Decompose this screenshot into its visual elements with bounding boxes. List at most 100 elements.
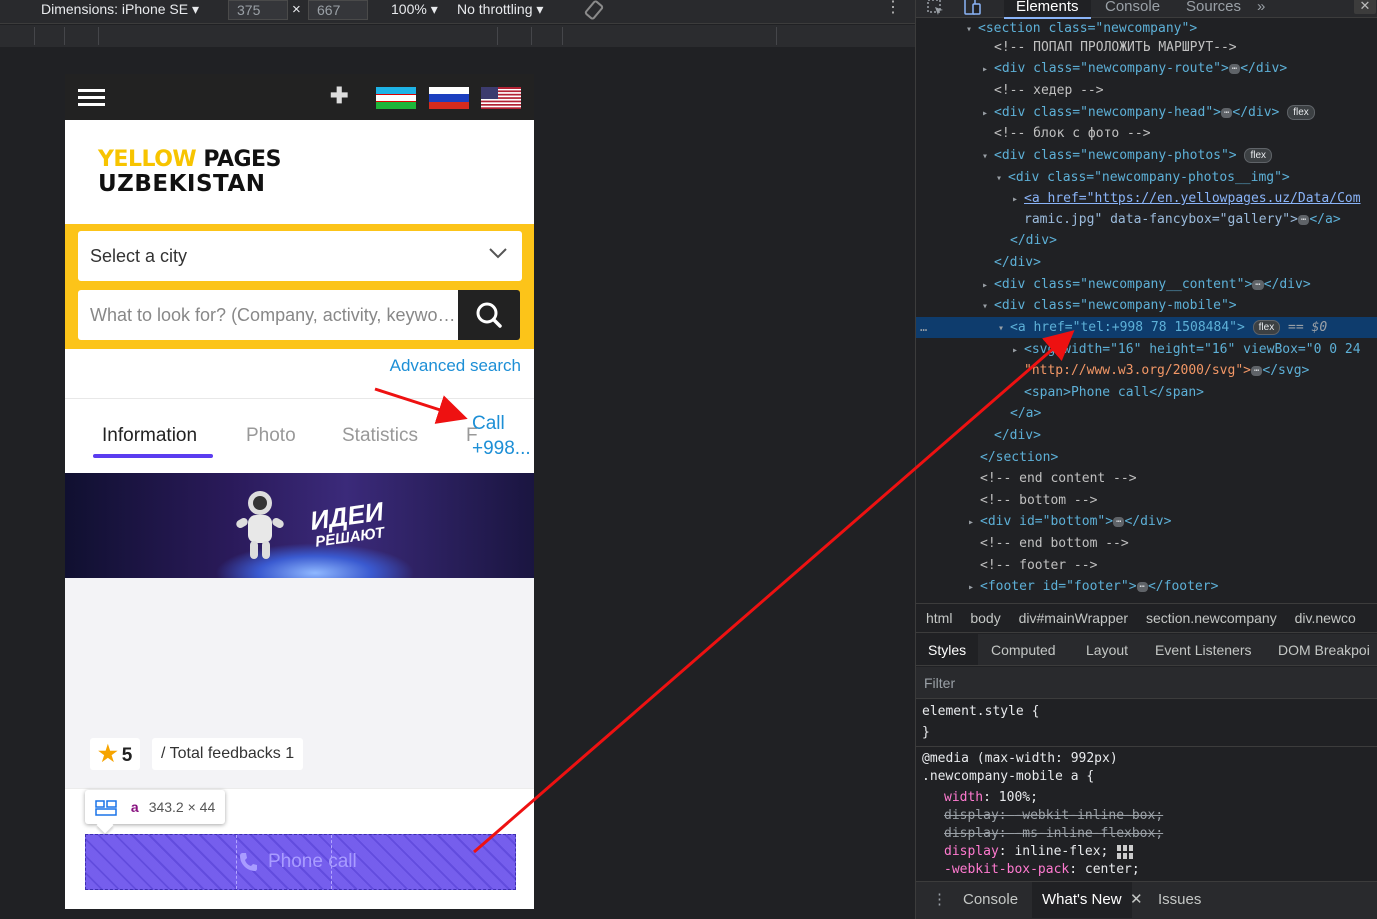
tab-layout[interactable]: Layout xyxy=(1086,634,1128,665)
city-select[interactable]: Select a city xyxy=(78,231,522,281)
search-panel: Select a city What to look for? (Company… xyxy=(65,224,534,349)
more-tabs-icon[interactable]: » xyxy=(1257,0,1265,17)
styles-pane: element.style { } @media (max-width: 992… xyxy=(916,700,1377,880)
tab-computed[interactable]: Computed xyxy=(991,634,1056,665)
breadcrumb-item[interactable]: section.newcompany xyxy=(1146,610,1277,626)
dom-node[interactable]: <!-- блок с фото --> xyxy=(916,123,1377,144)
tab-photo[interactable]: Photo xyxy=(246,425,296,447)
chevron-down-icon xyxy=(489,248,507,259)
breadcrumb: html body div#mainWrapper section.newcom… xyxy=(916,603,1377,633)
dom-node[interactable]: ▸ <svg width="16" height="16" viewBox="0 … xyxy=(916,339,1377,360)
rating-badge: ★ 5 xyxy=(90,738,141,770)
yellow-pages-logo[interactable]: YELLOW PAGES UZBEKISTAN xyxy=(98,148,281,197)
css-declaration[interactable]: display: inline-flex; xyxy=(944,843,1134,861)
tab-styles[interactable]: Styles xyxy=(916,634,979,665)
selected-dom-node[interactable]: … ▾ <a href="tel:+998 78 1508484"> flex ==… xyxy=(916,317,1377,338)
dom-node[interactable]: "http://www.w3.org/2000/svg"> ⋯ </svg> xyxy=(916,360,1377,381)
devtools-panel: Elements Console Sources » ✕ ▾ <section c… xyxy=(915,0,1377,919)
times-symbol: × xyxy=(292,1,301,18)
css-declaration[interactable]: width: 100%; xyxy=(944,789,1038,807)
dom-node[interactable]: <!-- footer --> xyxy=(916,555,1377,576)
tab-dom-breakpoints[interactable]: DOM Breakpoi xyxy=(1278,634,1370,665)
styles-filter-input[interactable]: Filter xyxy=(916,667,1377,699)
logo-area: YELLOW PAGES UZBEKISTAN xyxy=(65,120,534,224)
uzbekistan-flag-icon[interactable] xyxy=(376,87,416,109)
devtools-tabbar: Elements Console Sources » ✕ xyxy=(916,0,1377,19)
phone-call-label: Phone call xyxy=(268,851,357,872)
media-query: @media (max-width: 992px) xyxy=(922,751,1118,766)
feedbacks-count[interactable]: / Total feedbacks 1 xyxy=(152,738,304,770)
dom-node[interactable]: <!-- ПОПАП ПРОЛОЖИТЬ МАРШРУТ--> xyxy=(916,37,1377,58)
tab-event-listeners[interactable]: Event Listeners xyxy=(1155,634,1252,665)
dom-node[interactable]: ramic.jpg" data-fancybox="gallery"> ⋯ </a> xyxy=(916,209,1377,230)
dom-node[interactable]: <!-- end content --> xyxy=(916,468,1377,489)
element-style-rule[interactable]: element.style { xyxy=(922,703,1039,721)
device-toggle-icon[interactable] xyxy=(962,0,982,16)
dom-node[interactable]: </section> xyxy=(916,447,1377,468)
zoom-dropdown[interactable]: 100% ▾ xyxy=(391,0,438,18)
dom-node[interactable]: </div> xyxy=(916,230,1377,251)
phone-call-button[interactable]: Phone call xyxy=(85,834,516,890)
call-link[interactable]: Call +998... xyxy=(472,411,531,461)
height-input[interactable]: 667 xyxy=(308,0,368,20)
dom-node[interactable]: ▾ <section class="newcompany"> xyxy=(916,18,1377,39)
media-query-ruler[interactable] xyxy=(0,25,915,47)
dom-node[interactable]: </div> xyxy=(916,425,1377,446)
inspect-element-icon[interactable] xyxy=(926,0,946,16)
hamburger-menu-icon[interactable] xyxy=(78,89,105,107)
dom-node[interactable]: ▾ <div class="newcompany-mobile"> xyxy=(916,295,1377,316)
css-declaration[interactable]: display: -webkit-inline-box; xyxy=(944,807,1163,825)
drawer-tab-console[interactable]: Console xyxy=(963,882,1018,918)
search-input[interactable]: What to look for? (Company, activity, ke… xyxy=(78,290,459,340)
dom-node[interactable]: ▸ <div id="bottom"> ⋯ </div> xyxy=(916,511,1377,532)
dom-node[interactable]: </a> xyxy=(916,403,1377,424)
add-icon[interactable]: ✚ xyxy=(330,85,348,107)
dom-node[interactable]: ▸ <footer id="footer"> ⋯ </footer> xyxy=(916,576,1377,597)
breadcrumb-item[interactable]: div.newco xyxy=(1295,610,1356,626)
tab-sources[interactable]: Sources xyxy=(1186,0,1241,17)
drawer-menu-icon[interactable]: ⋮ xyxy=(932,882,947,918)
tab-information[interactable]: Information xyxy=(102,425,197,447)
dom-node[interactable]: <span>Phone call</span> xyxy=(916,382,1377,403)
breadcrumb-item[interactable]: div#mainWrapper xyxy=(1019,610,1128,626)
advanced-search-link[interactable]: Advanced search xyxy=(390,356,521,376)
width-input[interactable]: 375 xyxy=(228,0,288,20)
more-options-icon[interactable]: ⋮ xyxy=(885,0,901,16)
css-selector[interactable]: .newcompany-mobile a { xyxy=(922,768,1094,786)
drawer-tab-whats-new[interactable]: What's New xyxy=(1032,882,1132,918)
dom-tree: ▾ <section class="newcompany"> <!-- ПОПАП… xyxy=(916,18,1377,602)
dom-node[interactable]: ▸ <div class="newcompany-head"> ⋯ </div> fl… xyxy=(916,102,1377,123)
dimensions-dropdown[interactable]: Dimensions: iPhone SE ▾ xyxy=(41,0,199,18)
dom-node[interactable]: <!-- end bottom --> xyxy=(916,533,1377,554)
css-declaration[interactable]: display: -ms-inline-flexbox; xyxy=(944,825,1163,843)
dom-node[interactable]: ▸ <div class="newcompany-route"> ⋯ </div> xyxy=(916,58,1377,79)
brace: } xyxy=(922,725,930,740)
site-topbar: ✚ xyxy=(65,74,534,120)
tab-elements[interactable]: Elements xyxy=(1004,0,1091,19)
dom-node[interactable]: <!-- хедер --> xyxy=(916,80,1377,101)
rotate-icon[interactable] xyxy=(584,0,604,20)
inspect-tooltip: a 343.2 × 44 xyxy=(85,790,226,834)
dom-node[interactable]: ▾ <div class="newcompany-photos__img"> xyxy=(916,167,1377,188)
active-tab-indicator xyxy=(93,454,213,458)
usa-flag-icon[interactable] xyxy=(481,87,521,109)
dom-node[interactable]: </div> xyxy=(916,252,1377,273)
tab-statistics[interactable]: Statistics xyxy=(342,425,418,447)
close-icon[interactable]: ✕ xyxy=(1354,0,1376,14)
css-declaration[interactable]: -webkit-box-pack: center; xyxy=(944,861,1140,879)
dom-node[interactable]: <!-- bottom --> xyxy=(916,490,1377,511)
breadcrumb-item[interactable]: html xyxy=(926,610,952,626)
dom-node[interactable]: ▾ <div class="newcompany-photos"> flex xyxy=(916,145,1377,166)
drawer-close-icon[interactable]: ✕ xyxy=(1130,882,1143,918)
search-button[interactable] xyxy=(458,290,520,340)
tab-console[interactable]: Console xyxy=(1105,0,1160,17)
flexbox-editor-icon[interactable] xyxy=(1116,844,1134,860)
promo-banner[interactable]: ИДЕИ РЕШАЮТ xyxy=(65,473,534,578)
styles-tabbar: Styles Computed Layout Event Listeners D… xyxy=(916,634,1377,666)
throttling-dropdown[interactable]: No throttling ▾ xyxy=(457,0,543,18)
breadcrumb-item[interactable]: body xyxy=(970,610,1000,626)
drawer-tab-issues[interactable]: Issues xyxy=(1158,882,1201,918)
dom-node[interactable]: ▸ <div class="newcompany__content"> ⋯ </div… xyxy=(916,274,1377,295)
russia-flag-icon[interactable] xyxy=(429,87,469,109)
dom-node[interactable]: ▸ <a href="https://en.yellowpages.uz/Data… xyxy=(916,188,1377,209)
